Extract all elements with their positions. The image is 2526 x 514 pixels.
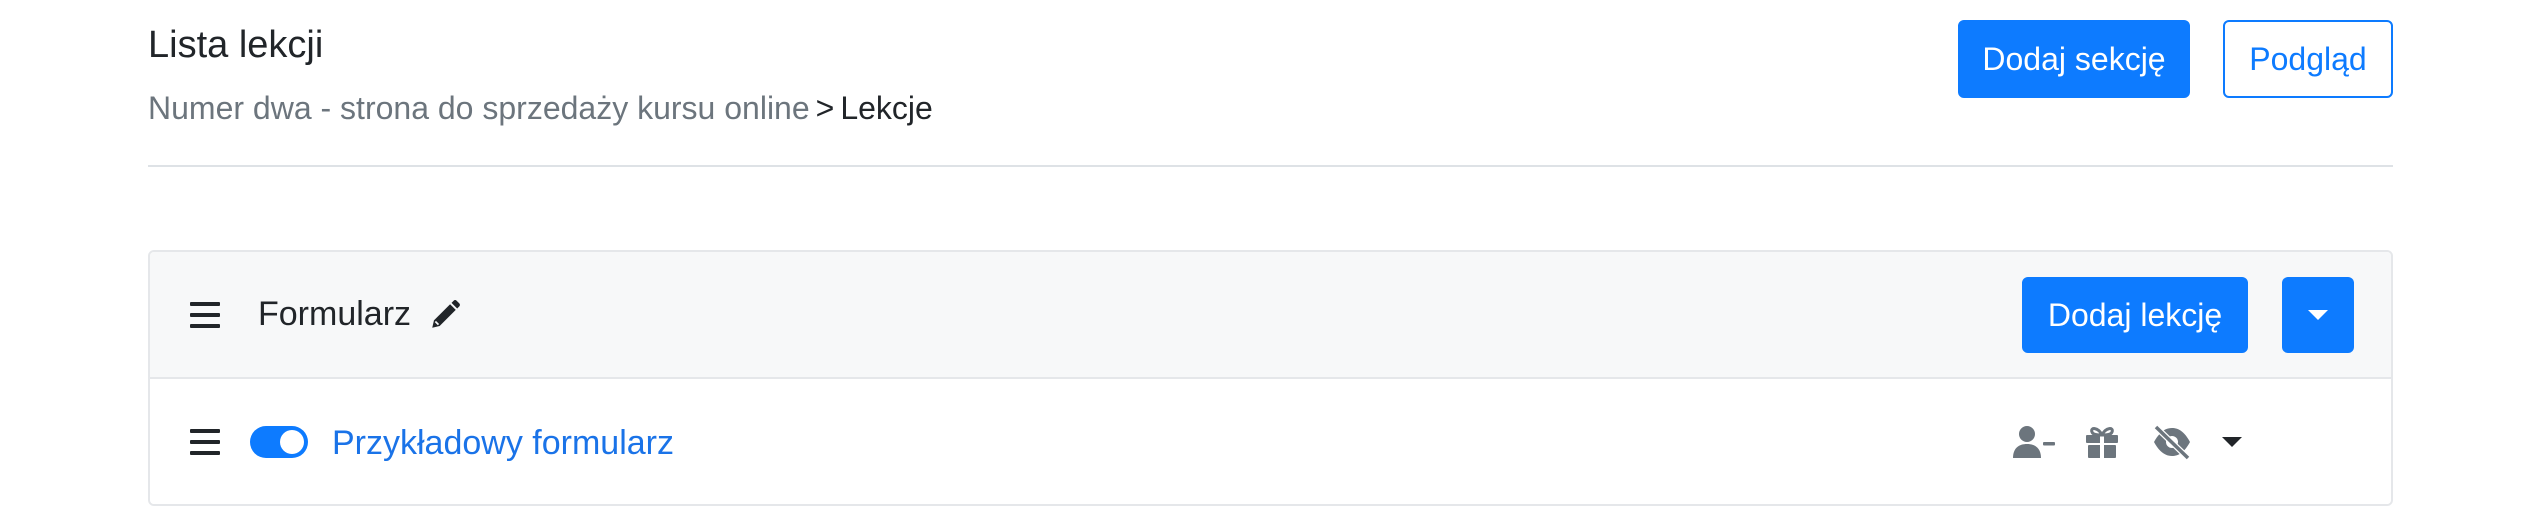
lesson-published-toggle[interactable] [250,426,308,458]
caret-down-icon [2222,437,2242,447]
eye-slash-icon[interactable] [2150,422,2194,462]
header-divider [148,165,2393,167]
lesson-title-link[interactable]: Przykładowy formularz [332,419,674,467]
breadcrumb-separator: > [815,90,835,126]
section-dropdown-button[interactable] [2282,277,2354,353]
lesson-dropdown-button[interactable] [2212,424,2252,460]
preview-button[interactable]: Podgląd [2223,20,2393,98]
lesson-row: Przykładowy formularz [150,379,2391,504]
section-title: Formularz [258,295,412,333]
gift-icon[interactable] [2080,422,2124,462]
breadcrumb-current: Lekcje [840,90,933,126]
add-lesson-button[interactable]: Dodaj lekcję [2022,277,2248,353]
page-header: Lista lekcji Numer dwa - strona do sprze… [148,18,2393,126]
add-section-button[interactable]: Dodaj sekcję [1958,20,2190,98]
breadcrumb: Numer dwa - strona do sprzedaży kursu on… [148,86,933,130]
breadcrumb-parent[interactable]: Numer dwa - strona do sprzedaży kursu on… [148,90,810,126]
user-minus-icon[interactable] [2012,422,2056,462]
bars-icon[interactable] [190,302,220,328]
page-title: Lista lekcji [148,24,324,66]
pencil-icon[interactable] [428,298,462,332]
caret-down-icon [2308,310,2328,320]
bars-icon[interactable] [190,429,220,455]
section-card: Formularz Dodaj lekcję Przykładowy formu… [148,250,2393,506]
section-header: Formularz Dodaj lekcję [150,252,2391,379]
